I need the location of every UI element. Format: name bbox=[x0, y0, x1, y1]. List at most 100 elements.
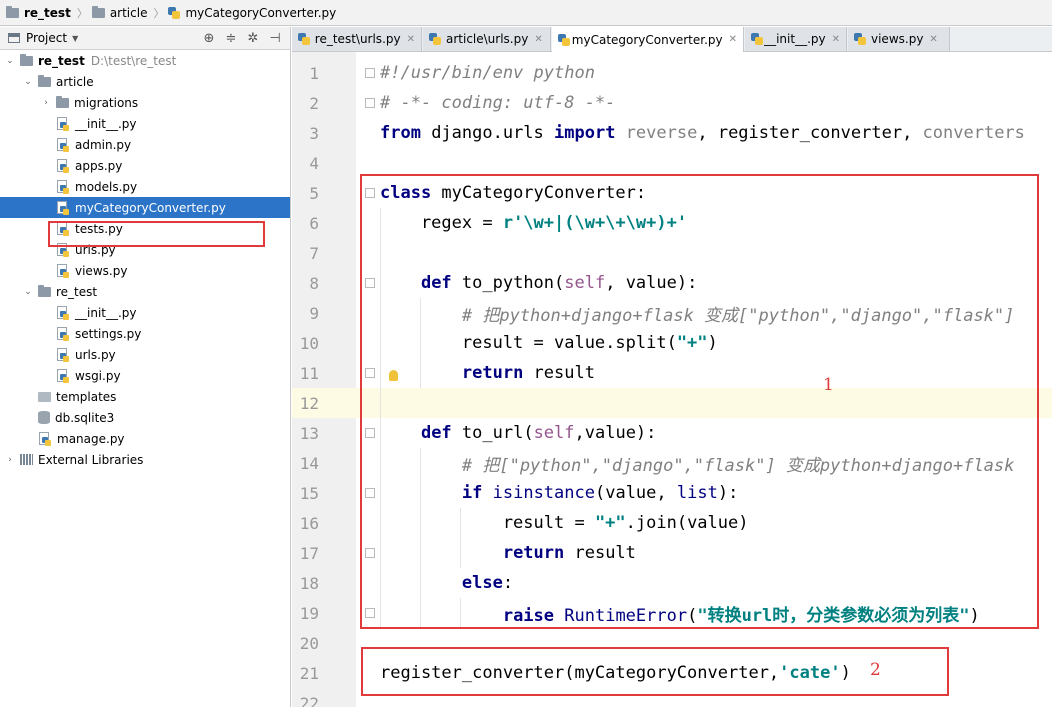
tree-item[interactable]: templates bbox=[0, 386, 290, 407]
string-literal: r'\w+|(\w+\+\w+)+' bbox=[502, 213, 688, 233]
chevron-down-icon[interactable]: ⌄ bbox=[22, 287, 34, 297]
tree-item[interactable]: ⌄ re_test D:\test\re_test bbox=[0, 50, 290, 71]
tree-item-selected[interactable]: myCategoryConverter.py bbox=[0, 197, 290, 218]
project-view-selector[interactable]: Project ▼ bbox=[8, 31, 78, 45]
breadcrumb-item-article[interactable]: article bbox=[91, 5, 147, 20]
close-icon[interactable]: ✕ bbox=[929, 34, 937, 45]
line-number: 7 bbox=[309, 243, 319, 263]
current-code-line[interactable]: 12 bbox=[292, 388, 1052, 418]
code-line[interactable]: 14 # 把["python","django","flask"] 变成pyth… bbox=[292, 448, 1052, 478]
lightbulb-icon[interactable] bbox=[389, 370, 398, 381]
tree-item[interactable]: views.py bbox=[0, 260, 290, 281]
close-icon[interactable]: ✕ bbox=[729, 34, 737, 45]
fold-marker-icon[interactable] bbox=[365, 428, 375, 438]
gear-icon[interactable]: ✲ bbox=[246, 31, 260, 46]
python-file-icon bbox=[56, 200, 70, 215]
tree-item[interactable]: admin.py bbox=[0, 134, 290, 155]
close-icon[interactable]: ✕ bbox=[534, 34, 542, 45]
tab-init[interactable]: __init__.py ✕ bbox=[745, 27, 847, 51]
fold-marker-icon[interactable] bbox=[365, 548, 375, 558]
tree-item[interactable]: __init__.py bbox=[0, 302, 290, 323]
comment-text: # 把["python","django","flask"] 变成python+… bbox=[380, 455, 1015, 476]
tab-article-urls[interactable]: article\urls.py ✕ bbox=[423, 27, 551, 51]
tab-re-test-urls[interactable]: re_test\urls.py ✕ bbox=[292, 27, 422, 51]
folder-icon bbox=[38, 284, 51, 297]
tree-item[interactable]: apps.py bbox=[0, 155, 290, 176]
keyword: else bbox=[461, 573, 503, 593]
code-line[interactable]: 8 def to_python(self, value): bbox=[292, 268, 1052, 298]
tree-item-label: migrations bbox=[74, 95, 139, 110]
fold-marker-icon[interactable] bbox=[365, 608, 375, 618]
close-icon[interactable]: ✕ bbox=[407, 34, 415, 45]
code-line[interactable]: 13 def to_url(self,value): bbox=[292, 418, 1052, 448]
code-line[interactable]: 1 #!/usr/bin/env python bbox=[292, 58, 1052, 88]
tree-item[interactable]: ⌄ article bbox=[0, 71, 290, 92]
tree-item[interactable]: urls.py bbox=[0, 239, 290, 260]
tree-item-label: urls.py bbox=[75, 347, 116, 362]
fold-marker-icon[interactable] bbox=[365, 188, 375, 198]
line-number: 4 bbox=[309, 153, 319, 173]
fold-marker-icon[interactable] bbox=[365, 278, 375, 288]
indent-guide bbox=[380, 208, 381, 628]
code-line[interactable]: 16 result = "+".join(value) bbox=[292, 508, 1052, 538]
code-line[interactable]: 19 raise RuntimeError("转换url时，分类参数必须为列表"… bbox=[292, 598, 1052, 628]
code-line[interactable]: 22 bbox=[292, 688, 1052, 707]
code-line[interactable]: 7 bbox=[292, 238, 1052, 268]
chevron-down-icon[interactable]: ⌄ bbox=[4, 56, 16, 66]
code-line[interactable]: 15 if isinstance(value, list): bbox=[292, 478, 1052, 508]
close-icon[interactable]: ✕ bbox=[832, 34, 840, 45]
breadcrumb-item-file[interactable]: myCategoryConverter.py bbox=[168, 6, 336, 20]
code-text: , bbox=[902, 123, 923, 143]
fold-marker-icon[interactable] bbox=[365, 68, 375, 78]
tree-item[interactable]: urls.py bbox=[0, 344, 290, 365]
tree-item[interactable]: manage.py bbox=[0, 428, 290, 449]
code-line[interactable]: 21 register_converter(myCategoryConverte… bbox=[292, 658, 1052, 688]
code-editor[interactable]: 1 #!/usr/bin/env python 2 # -*- coding: … bbox=[292, 52, 1052, 707]
code-line[interactable]: 2 # -*- coding: utf-8 -*- bbox=[292, 88, 1052, 118]
tree-item[interactable]: __init__.py bbox=[0, 113, 290, 134]
code-text: result = bbox=[380, 513, 595, 533]
fold-marker-icon[interactable] bbox=[365, 98, 375, 108]
code-line[interactable]: 10 result = value.split("+") bbox=[292, 328, 1052, 358]
tab-mycategoryconverter[interactable]: myCategoryConverter.py ✕ bbox=[552, 27, 744, 52]
tree-item[interactable]: wsgi.py bbox=[0, 365, 290, 386]
tree-item[interactable]: db.sqlite3 bbox=[0, 407, 290, 428]
line-number: 11 bbox=[299, 363, 319, 383]
comment-text: #!/usr/bin/env python bbox=[380, 63, 595, 83]
chevron-right-icon[interactable]: › bbox=[4, 455, 16, 465]
hide-panel-icon[interactable]: ⊣ bbox=[268, 31, 282, 46]
code-line[interactable]: 6 regex = r'\w+|(\w+\+\w+)+' bbox=[292, 208, 1052, 238]
line-number: 9 bbox=[309, 303, 319, 323]
database-icon bbox=[38, 411, 50, 424]
tree-item-label: models.py bbox=[75, 179, 138, 194]
chevron-right-icon[interactable]: › bbox=[40, 98, 52, 108]
code-line[interactable]: 17 return result bbox=[292, 538, 1052, 568]
breadcrumb-item-project[interactable]: re_test bbox=[6, 5, 71, 20]
code-line[interactable]: 18 else: bbox=[292, 568, 1052, 598]
locate-icon[interactable]: ⊕ bbox=[202, 31, 216, 46]
line-number: 13 bbox=[299, 423, 319, 443]
tree-item[interactable]: ⌄ re_test bbox=[0, 281, 290, 302]
code-line[interactable]: 5 class myCategoryConverter: bbox=[292, 178, 1052, 208]
code-line[interactable]: 3 from django.urls import reverse, regis… bbox=[292, 118, 1052, 148]
code-text: , bbox=[697, 123, 718, 143]
code-text: register_converter bbox=[717, 123, 903, 143]
fold-marker-icon[interactable] bbox=[365, 368, 375, 378]
folder-icon bbox=[91, 5, 105, 18]
tree-item[interactable]: tests.py bbox=[0, 218, 290, 239]
tree-item[interactable]: models.py bbox=[0, 176, 290, 197]
keyword: from bbox=[380, 123, 421, 143]
tree-item[interactable]: settings.py bbox=[0, 323, 290, 344]
chevron-down-icon[interactable]: ⌄ bbox=[22, 77, 34, 87]
tree-item[interactable]: › migrations bbox=[0, 92, 290, 113]
collapse-all-icon[interactable]: ≑ bbox=[224, 31, 238, 46]
code-line[interactable]: 11 return result bbox=[292, 358, 1052, 388]
fold-marker-icon[interactable] bbox=[365, 488, 375, 498]
code-line[interactable]: 4 bbox=[292, 148, 1052, 178]
code-line[interactable]: 20 bbox=[292, 628, 1052, 658]
tab-views[interactable]: views.py ✕ bbox=[848, 27, 950, 51]
code-line[interactable]: 9 # 把python+django+flask 变成["python","dj… bbox=[292, 298, 1052, 328]
tree-item[interactable]: › External Libraries bbox=[0, 449, 290, 470]
project-panel-header: Project ▼ ⊕ ≑ ✲ ⊣ bbox=[0, 27, 290, 50]
